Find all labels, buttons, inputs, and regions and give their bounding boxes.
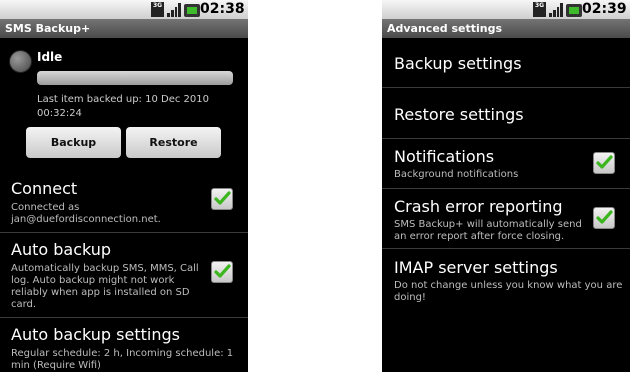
- notifications-item[interactable]: Notifications Background notifications: [382, 139, 630, 189]
- pref-summary: Regular schedule: 2 h, Incoming schedule…: [11, 348, 234, 371]
- pref-summary: Automatically backup SMS, MMS, Call log.…: [11, 263, 199, 310]
- item-title: Backup settings: [394, 54, 522, 73]
- last-item-backed-up: Last item backed up: 10 Dec 2010 00:32:2…: [37, 94, 209, 119]
- pref-summary: Connected as jan@duefordisconnection.net…: [11, 202, 161, 225]
- checkmark-icon: [214, 264, 231, 278]
- signal-icon: [549, 2, 563, 17]
- checkmark-icon: [214, 191, 231, 205]
- clock: 02:39: [582, 1, 627, 17]
- crash-reporting-checkbox[interactable]: [593, 207, 615, 229]
- restore-settings-item[interactable]: Restore settings: [382, 88, 630, 139]
- 3g-icon: 3G: [533, 2, 546, 17]
- clock: 02:38: [200, 1, 245, 17]
- pref-auto-backup[interactable]: Auto backup Automatically backup SMS, MM…: [0, 233, 248, 318]
- pref-title: Auto backup settings: [11, 325, 180, 344]
- app-title: SMS Backup+: [0, 19, 248, 38]
- crash-reporting-item[interactable]: Crash error reporting SMS Backup+ will a…: [382, 189, 630, 249]
- notifications-checkbox[interactable]: [593, 152, 615, 174]
- advanced-settings-screen: 3G 02:39 Advanced settings Backup settin…: [382, 0, 630, 372]
- item-summary: SMS Backup+ will automatically send an e…: [394, 219, 582, 242]
- backup-status: Idle: [37, 50, 63, 64]
- status-bar: 3G 02:38: [0, 0, 248, 19]
- connect-checkbox[interactable]: [211, 188, 233, 210]
- item-title: IMAP server settings: [394, 258, 558, 277]
- 3g-icon: 3G: [151, 2, 164, 17]
- item-summary: Do not change unless you know what you a…: [394, 280, 623, 303]
- checkmark-icon: [596, 155, 613, 169]
- battery-icon: [566, 4, 582, 17]
- battery-icon: [184, 4, 200, 17]
- item-title: Restore settings: [394, 105, 524, 124]
- imap-settings-item[interactable]: IMAP server settings Do not change unles…: [382, 249, 630, 372]
- sms-backup-main-screen: 3G 02:38 SMS Backup+ Idle Last item back…: [0, 0, 248, 372]
- checkmark-icon: [596, 210, 613, 224]
- backup-settings-item[interactable]: Backup settings: [382, 38, 630, 88]
- restore-button[interactable]: Restore: [126, 127, 221, 158]
- pref-auto-backup-settings[interactable]: Auto backup settings Regular schedule: 2…: [0, 318, 248, 372]
- pref-connect[interactable]: Connect Connected as jan@duefordisconnec…: [0, 172, 248, 233]
- backup-button[interactable]: Backup: [26, 127, 121, 158]
- pref-title: Connect: [11, 179, 78, 198]
- item-summary: Background notifications: [394, 169, 519, 180]
- item-title: Crash error reporting: [394, 197, 563, 216]
- status-bar: 3G 02:39: [382, 0, 630, 19]
- signal-icon: [167, 2, 181, 17]
- auto-backup-checkbox[interactable]: [211, 261, 233, 283]
- backup-progress-bar: [37, 71, 233, 85]
- pref-title: Auto backup: [11, 240, 112, 259]
- item-title: Notifications: [394, 147, 495, 166]
- screen-title: Advanced settings: [382, 19, 630, 38]
- status-indicator-icon: [9, 50, 32, 73]
